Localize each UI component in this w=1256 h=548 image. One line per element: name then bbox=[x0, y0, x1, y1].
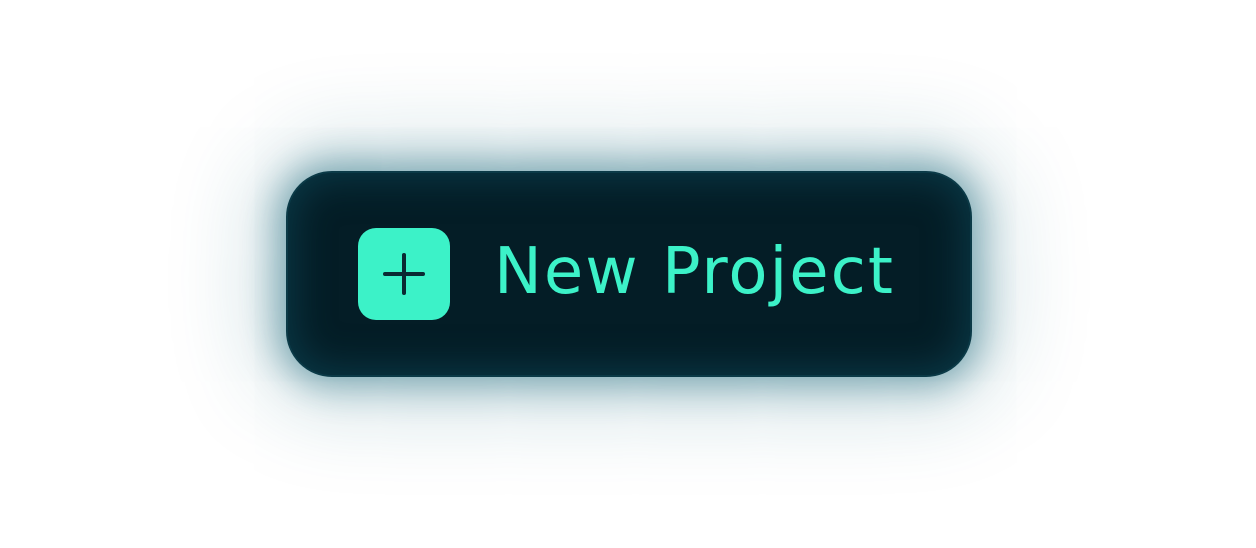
button-label: New Project bbox=[494, 235, 895, 309]
plus-icon bbox=[358, 228, 450, 320]
canvas: New Project bbox=[0, 0, 1256, 548]
new-project-button[interactable]: New Project bbox=[286, 171, 972, 377]
